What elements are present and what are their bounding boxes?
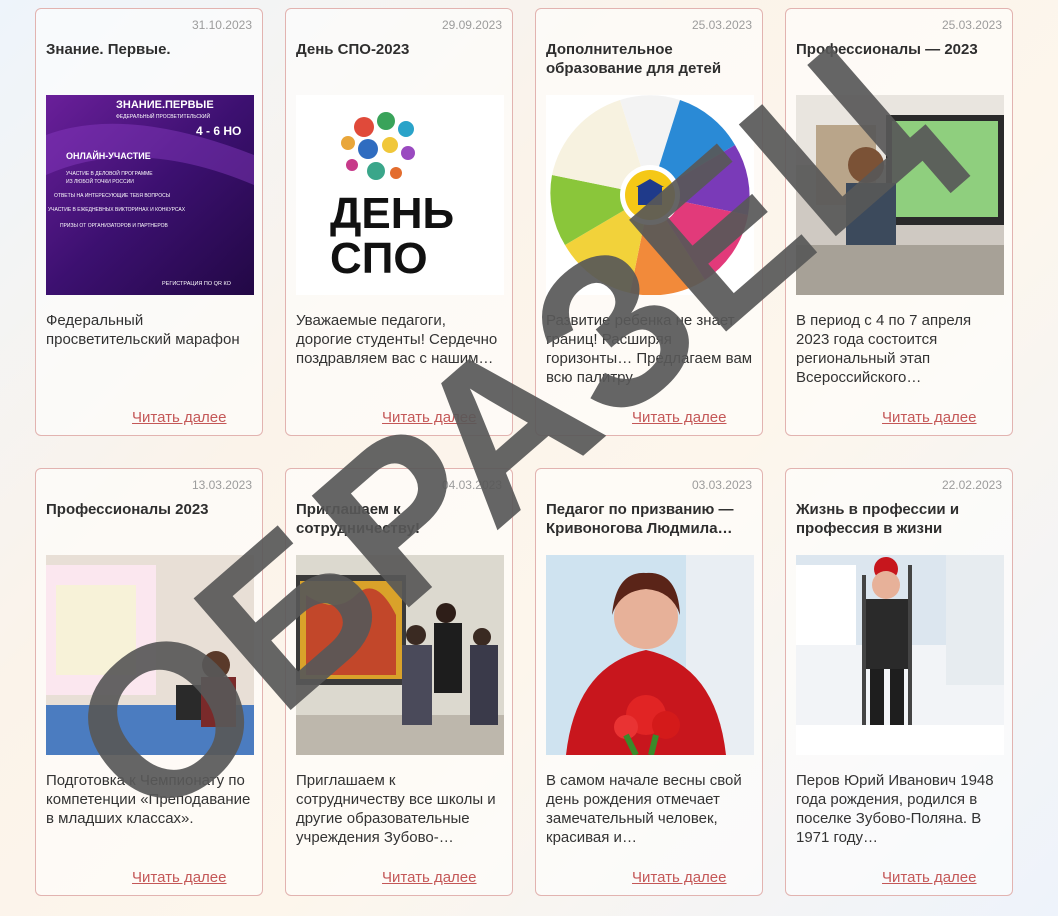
news-card: 25.03.2023 Профессионалы — 2023 В период…: [785, 8, 1013, 436]
card-excerpt: В самом начале весны свой день рождения …: [546, 772, 742, 846]
card-excerpt: Подготовка к Чемпионату по компетенции «…: [46, 772, 251, 827]
card-title[interactable]: Педагог по призванию — Кривоногова Людми…: [546, 500, 754, 538]
card-date: 13.03.2023: [191, 478, 252, 492]
svg-text:ПРИЗЫ ОТ ОРГАНИЗАТОРОВ И ПАРТН: ПРИЗЫ ОТ ОРГАНИЗАТОРОВ И ПАРТНЕРОВ: [60, 223, 168, 229]
card-title[interactable]: Жизнь в профессии и профессия в жизни: [796, 500, 1004, 538]
card-excerpt: Уважаемые педагоги, дорогие студенты! Се…: [296, 312, 498, 367]
card-date: 25.03.2023: [941, 18, 1002, 32]
svg-text:ЗНАНИЕ.ПЕРВЫЕ: ЗНАНИЕ.ПЕРВЫЕ: [116, 99, 214, 111]
read-more-link[interactable]: Читать далее: [882, 869, 976, 886]
card-image[interactable]: [546, 555, 754, 755]
card-image[interactable]: [796, 95, 1004, 295]
card-title[interactable]: День СПО-2023: [296, 40, 504, 59]
read-more-link[interactable]: Читать далее: [632, 409, 726, 426]
card-image[interactable]: ЗНАНИЕ.ПЕРВЫЕ ФЕДЕРАЛЬНЫЙ ПРОСВЕТИТЕЛЬСК…: [46, 95, 254, 295]
read-more-link[interactable]: Читать далее: [632, 869, 726, 886]
read-more-link[interactable]: Читать далее: [382, 409, 476, 426]
news-card: 31.10.2023 Знание. Первые. ЗНАНИЕ.ПЕРВЫЕ…: [35, 8, 263, 436]
read-more-link[interactable]: Читать далее: [132, 409, 226, 426]
card-excerpt: Перов Юрий Иванович 1948 года рождения, …: [796, 772, 994, 846]
card-title[interactable]: Дополнительное образование для детей: [546, 40, 754, 78]
card-title[interactable]: Приглашаем к сотрудничеству!: [296, 500, 504, 538]
card-excerpt: Федеральный просветительский марафон: [46, 312, 240, 348]
svg-text:УЧАСТИЕ В ДЕЛОВОЙ ПРОГРАММЕ: УЧАСТИЕ В ДЕЛОВОЙ ПРОГРАММЕ: [66, 169, 153, 177]
news-card: 22.02.2023 Жизнь в профессии и профессия…: [785, 468, 1013, 896]
svg-text:УЧАСТИЕ В ЕЖЕДНЕВНЫХ ВИКТОРИНА: УЧАСТИЕ В ЕЖЕДНЕВНЫХ ВИКТОРИНАХ И КОНКУР…: [48, 207, 186, 213]
card-image[interactable]: ДЕНЬ СПО: [296, 95, 504, 295]
news-card: 03.03.2023 Педагог по призванию — Кривон…: [535, 468, 763, 896]
card-excerpt: Развитие ребенка не знает границ! Расшир…: [546, 312, 753, 386]
card-date: 03.03.2023: [691, 478, 752, 492]
card-image[interactable]: [296, 555, 504, 755]
card-image[interactable]: [546, 95, 754, 295]
svg-text:ОНЛАЙН-УЧАСТИЕ: ОНЛАЙН-УЧАСТИЕ: [66, 150, 151, 161]
card-date: 25.03.2023: [691, 18, 752, 32]
news-card: 13.03.2023 Профессионалы 2023 Подготовка…: [35, 468, 263, 896]
news-card: 29.09.2023 День СПО-2023 ДЕНЬ СПО Уважае…: [285, 8, 513, 436]
read-more-link[interactable]: Читать далее: [882, 409, 976, 426]
card-date: 29.09.2023: [441, 18, 502, 32]
card-excerpt: Приглашаем к сотрудничеству все школы и …: [296, 772, 496, 846]
card-date: 04.03.2023: [441, 478, 502, 492]
svg-text:ОТВЕТЫ НА ИНТЕРЕСУЮЩИЕ ТЕБЯ ВО: ОТВЕТЫ НА ИНТЕРЕСУЮЩИЕ ТЕБЯ ВОПРОСЫ: [54, 193, 171, 199]
read-more-link[interactable]: Читать далее: [382, 869, 476, 886]
read-more-link[interactable]: Читать далее: [132, 869, 226, 886]
card-image[interactable]: [796, 555, 1004, 755]
card-title[interactable]: Знание. Первые.: [46, 40, 254, 59]
news-card: 04.03.2023 Приглашаем к сотрудничеству! …: [285, 468, 513, 896]
svg-text:ФЕДЕРАЛЬНЫЙ ПРОСВЕТИТЕЛЬСКИЙ: ФЕДЕРАЛЬНЫЙ ПРОСВЕТИТЕЛЬСКИЙ: [116, 112, 210, 120]
news-card: 25.03.2023 Дополнительное образование дл…: [535, 8, 763, 436]
card-date: 22.02.2023: [941, 478, 1002, 492]
card-image[interactable]: [46, 555, 254, 755]
svg-text:СПО: СПО: [330, 234, 428, 283]
card-date: 31.10.2023: [191, 18, 252, 32]
card-title[interactable]: Профессионалы — 2023: [796, 40, 1004, 59]
card-excerpt: В период с 4 по 7 апреля 2023 года состо…: [796, 312, 972, 386]
svg-text:4 - 6 НО: 4 - 6 НО: [196, 124, 241, 138]
svg-text:ИЗ ЛЮБОЙ ТОЧКИ РОССИИ: ИЗ ЛЮБОЙ ТОЧКИ РОССИИ: [66, 177, 134, 185]
svg-text:РЕГИСТРАЦИЯ ПО QR КО: РЕГИСТРАЦИЯ ПО QR КО: [162, 281, 232, 287]
card-title[interactable]: Профессионалы 2023: [46, 500, 254, 519]
svg-text:ДЕНЬ: ДЕНЬ: [330, 189, 454, 238]
